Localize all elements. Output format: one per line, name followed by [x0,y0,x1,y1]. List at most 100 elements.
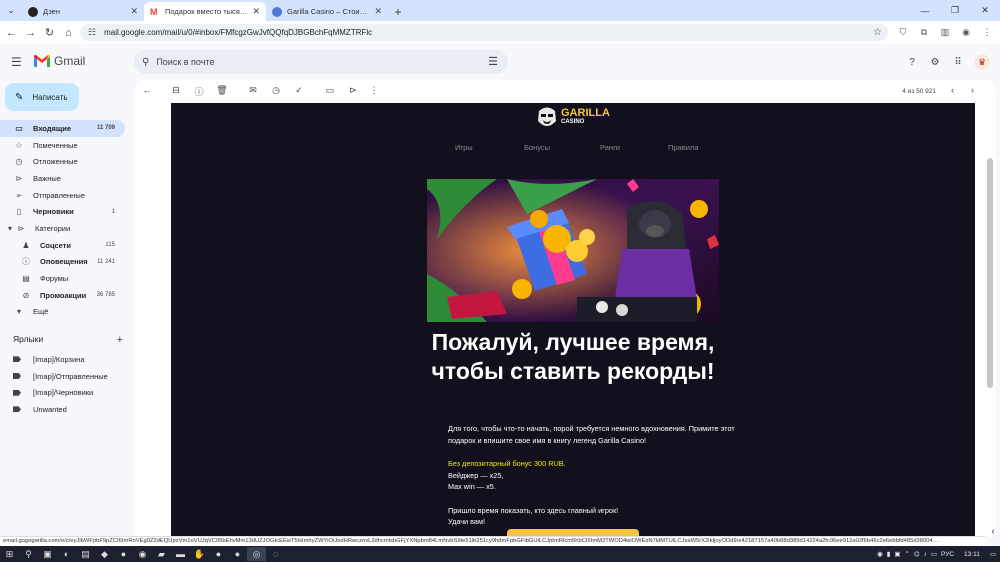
sidebar-item-forums[interactable]: ▤ Форумы [0,270,125,287]
windows-start-icon[interactable]: ⊞ [0,547,19,561]
home-icon[interactable]: ⌂ [59,27,78,39]
url-text: mail.google.com/mail/u/0/#inbox/FMfcgzGw… [104,28,373,37]
main-menu-icon[interactable]: ☰ [11,55,22,69]
taskbar-app-icon[interactable]: ● [228,547,247,561]
back-to-inbox-icon[interactable]: ← [141,85,153,95]
browser-tab-garilla[interactable]: Garilla Casino – Стоит попробов… ✕ [266,2,388,21]
task-view-icon[interactable]: ▣ [38,547,57,561]
search-bar[interactable]: ⚲ Поиск в почте ☰ [134,50,508,74]
search-icon[interactable]: ⚲ [142,57,149,68]
tray-chevron-up-icon[interactable]: ⌃ [904,550,909,558]
taskbar-app-icon[interactable]: ● [114,547,133,561]
tab-search-icon[interactable]: ⌄ [0,0,22,21]
address-bar[interactable]: ☷ mail.google.com/mail/u/0/#inbox/FMfcgz… [80,24,888,41]
browser-tab-dzen[interactable]: Дзен ✕ [22,2,144,21]
sidebar-item-promotions[interactable]: ⊘ Промоакции 36 785 [0,287,125,304]
promo-banner-image[interactable] [427,179,719,322]
compose-button[interactable]: ✎ Написать [5,83,79,111]
search-input[interactable]: Поиск в почте [156,57,214,67]
close-tab-icon[interactable]: ✕ [374,6,382,17]
taskbar-app-icon[interactable]: ▰ [152,547,171,561]
menu-link-games[interactable]: Игры [455,143,473,152]
chrome-icon[interactable]: ◎ [247,547,266,561]
search-options-icon[interactable]: ☰ [488,55,498,68]
sidebar-item-important[interactable]: ⊳ Важные [0,170,125,187]
forward-icon[interactable]: → [21,27,40,39]
sidebar-item-inbox[interactable]: ▭ Входящие 11 709 [0,120,125,137]
delete-icon[interactable]: 🗑 [216,85,228,96]
settings-gear-icon[interactable]: ⚙ [928,55,942,69]
sidebar-item-more[interactable]: ▾ Ещё [0,304,125,321]
sidebar-item-snoozed[interactable]: ◷ Отложенные [0,153,125,170]
label-item-unwanted[interactable]: Unwanted [0,401,130,418]
taskbar-search-icon[interactable]: ⚲ [19,547,38,561]
network-icon[interactable]: ⌬ [914,550,920,558]
minimize-icon[interactable]: — [910,0,940,21]
label-item-trash[interactable]: [Imap]/Корзина [0,351,130,368]
site-info-icon[interactable]: ☷ [88,27,96,38]
menu-link-rules[interactable]: Правила [668,143,698,152]
label-item-sent[interactable]: [Imap]/Отправленные [0,368,130,385]
menu-link-ranks[interactable]: Ранги [600,143,620,152]
taskbar-app-icon[interactable]: ◆ [95,547,114,561]
taskbar-app-icon[interactable]: ▤ [76,547,95,561]
archive-icon[interactable]: ⊟ [170,85,182,96]
claim-bonus-button[interactable] [507,529,639,536]
taskbar-app-icon[interactable]: ◐ [57,547,76,561]
tray-app-icon[interactable]: ▣ [894,550,900,558]
chevron-down-icon[interactable]: ▾ [7,224,13,233]
sidebar-item-categories[interactable]: ▾ ⊳ Категории [0,220,125,237]
sidebar-item-starred[interactable]: ☆ Помеченные [0,137,125,154]
gmail-logo[interactable]: Gmail [34,54,85,68]
battery-icon[interactable]: ▭ [931,550,937,558]
file-explorer-icon[interactable]: ▬ [171,547,190,561]
whatsapp-icon[interactable]: ◌ [266,547,285,561]
extensions-puzzle-icon[interactable]: ⧉ [917,25,931,39]
taskbar-app-icon[interactable]: ● [209,547,228,561]
older-chevron-right-icon[interactable]: › [971,85,974,95]
bookmark-star-icon[interactable]: ☆ [873,27,882,38]
sidepanel-icon[interactable]: ▥ [938,25,952,39]
browser-tab-gmail[interactable]: M Подарок вместо тысячи слов: … ✕ [144,2,266,21]
mark-unread-icon[interactable]: ✉ [247,85,259,96]
account-avatar[interactable]: ♛ [974,54,990,70]
more-options-icon[interactable]: ⋮ [368,85,380,96]
apps-grid-icon[interactable]: ⠿ [951,55,965,69]
label-item-drafts[interactable]: [Imap]/Черновики [0,384,130,401]
close-tab-icon[interactable]: ✕ [130,6,138,17]
reload-icon[interactable]: ↻ [40,26,59,39]
profile-icon[interactable]: ◉ [959,25,973,39]
clock-time[interactable]: 13:11 [964,551,980,558]
volume-icon[interactable]: ♪ [924,551,927,558]
taskbar-app-icon[interactable]: ✋ [190,547,209,561]
taskbar-app-icon[interactable]: ◉ [133,547,152,561]
close-window-icon[interactable]: ✕ [970,0,1000,21]
back-icon[interactable]: ← [2,27,21,39]
maximize-icon[interactable]: ❐ [940,0,970,21]
report-spam-icon[interactable]: ⓘ [193,85,205,98]
new-tab-button[interactable]: + [388,2,408,21]
help-icon[interactable]: ? [905,55,919,69]
tray-app-icon[interactable]: ▮ [887,550,891,558]
newer-chevron-left-icon[interactable]: ‹ [951,85,954,95]
tray-app-icon[interactable]: ◉ [877,550,883,558]
browser-menu-icon[interactable]: ⋮ [980,25,994,39]
scrollbar-thumb[interactable] [987,158,993,388]
shield-extension-icon[interactable]: ⛉ [896,25,910,39]
sidebar-item-drafts[interactable]: ▯ Черновики 1 [0,203,125,220]
sidebar-item-updates[interactable]: ⓘ Оповещения 11 241 [0,254,125,271]
move-to-icon[interactable]: ▭ [324,85,336,96]
sidebar-item-sent[interactable]: ➢ Отправленные [0,187,125,204]
notifications-icon[interactable]: ▭ [990,550,996,558]
input-language[interactable]: РУС [941,551,954,558]
add-label-icon[interactable]: + [117,334,123,346]
sidebar-item-social[interactable]: ♟ Соцсети 115 [0,237,125,254]
labels-icon[interactable]: ⊳ [347,85,359,96]
menu-link-bonuses[interactable]: Бонусы [524,143,550,152]
close-tab-icon[interactable]: ✕ [252,6,260,17]
add-task-icon[interactable]: ✓ [293,85,305,96]
snooze-icon[interactable]: ◷ [270,85,282,96]
side-panel-chevron-icon[interactable]: ‹ [986,523,1000,539]
sidebar-item-label: Категории [35,223,71,233]
garilla-logo[interactable]: GARILLA CASINO [536,105,610,131]
